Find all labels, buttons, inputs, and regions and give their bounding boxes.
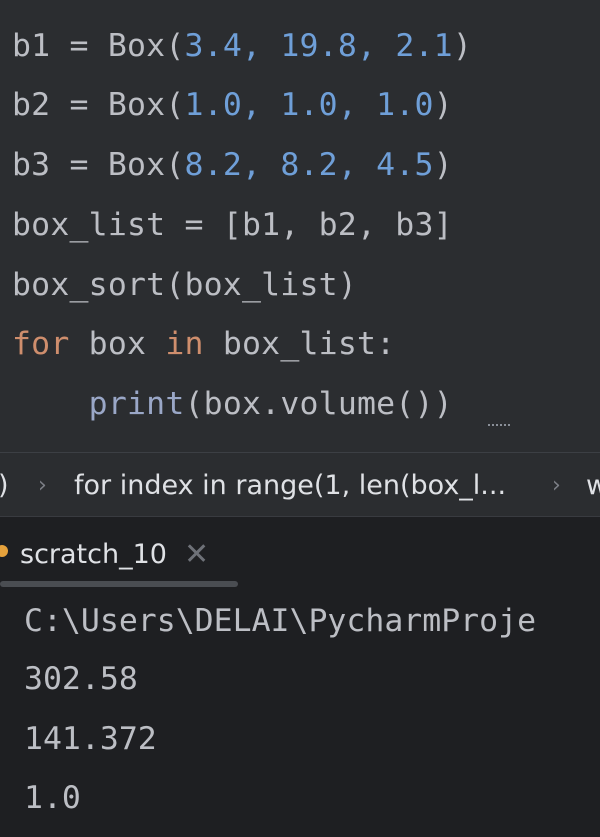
code-line[interactable]: box_list = [b1, b2, b3] [12, 205, 453, 245]
chevron-right-icon: › [38, 473, 47, 498]
code-line[interactable]: for box in box_list: [12, 324, 395, 364]
code-text: ) [433, 147, 453, 183]
breadcrumb-fragment[interactable]: ) [0, 469, 9, 503]
code-text: box_list: [203, 326, 396, 362]
console-output-line: 302.58 [24, 661, 138, 697]
number-literal: 8.2 [280, 147, 338, 183]
comma: , [241, 147, 281, 183]
code-text: box_list = [b1, b2, b3] [12, 207, 453, 243]
number-literal: 1.0 [184, 87, 242, 123]
run-panel: scratch_10 ✕ C:\Users\DELAI\PycharmProje… [0, 516, 600, 837]
breadcrumb-item[interactable]: for index in range(1, len(box_l... [74, 469, 506, 503]
code-line[interactable]: b1 = Box(3.4, 19.8, 2.1) [12, 26, 472, 66]
console-output-line: 1.0 [24, 780, 81, 816]
code-text: ) [433, 87, 453, 123]
chevron-right-icon: › [552, 473, 561, 498]
keyword-in: in [165, 326, 204, 362]
code-text: b1 = Box( [12, 28, 185, 64]
code-text: box [69, 326, 166, 362]
number-literal: 8.2 [184, 147, 242, 183]
number-literal: 4.5 [376, 147, 434, 183]
tab-scratch[interactable]: scratch_10 [20, 537, 167, 573]
number-literal: 1.0 [280, 87, 338, 123]
builtin-print: print [88, 386, 185, 422]
comma: , [241, 28, 281, 64]
comma: , [241, 87, 281, 123]
code-line[interactable]: b2 = Box(1.0, 1.0, 1.0) [12, 85, 453, 125]
code-text: box_sort(box_list) [12, 267, 357, 303]
code-text: (box.volume()) [184, 386, 453, 422]
tab-active-indicator [0, 581, 238, 587]
warning-squiggle-icon [488, 418, 510, 426]
number-literal: 3.4 [184, 28, 242, 64]
code-line[interactable]: print(box.volume()) [12, 384, 453, 424]
keyword-for: for [12, 326, 70, 362]
number-literal: 19.8 [280, 28, 357, 64]
code-text: ) [452, 28, 473, 64]
number-literal: 1.0 [376, 87, 434, 123]
comma: , [357, 28, 396, 64]
run-tab-strip: scratch_10 ✕ [0, 517, 600, 591]
breadcrumb-fragment[interactable]: w [586, 469, 600, 503]
breadcrumb: ) › for index in range(1, len(box_l... ›… [0, 452, 600, 517]
code-text: b2 = Box( [12, 87, 185, 123]
code-line[interactable]: box_sort(box_list) [12, 265, 357, 305]
console-output-line: C:\Users\DELAI\PycharmProje [24, 603, 537, 639]
console-output-line: 141.372 [24, 721, 157, 757]
close-icon[interactable]: ✕ [184, 537, 209, 573]
code-text: b3 = Box( [12, 147, 185, 183]
code-editor[interactable]: b1 = Box(3.4, 19.8, 2.1) b2 = Box(1.0, 1… [0, 0, 600, 452]
comma: , [337, 147, 377, 183]
code-line[interactable]: b3 = Box(8.2, 8.2, 4.5) [12, 145, 453, 185]
comma: , [337, 87, 377, 123]
number-literal: 2.1 [395, 28, 453, 64]
run-config-icon [0, 545, 8, 557]
